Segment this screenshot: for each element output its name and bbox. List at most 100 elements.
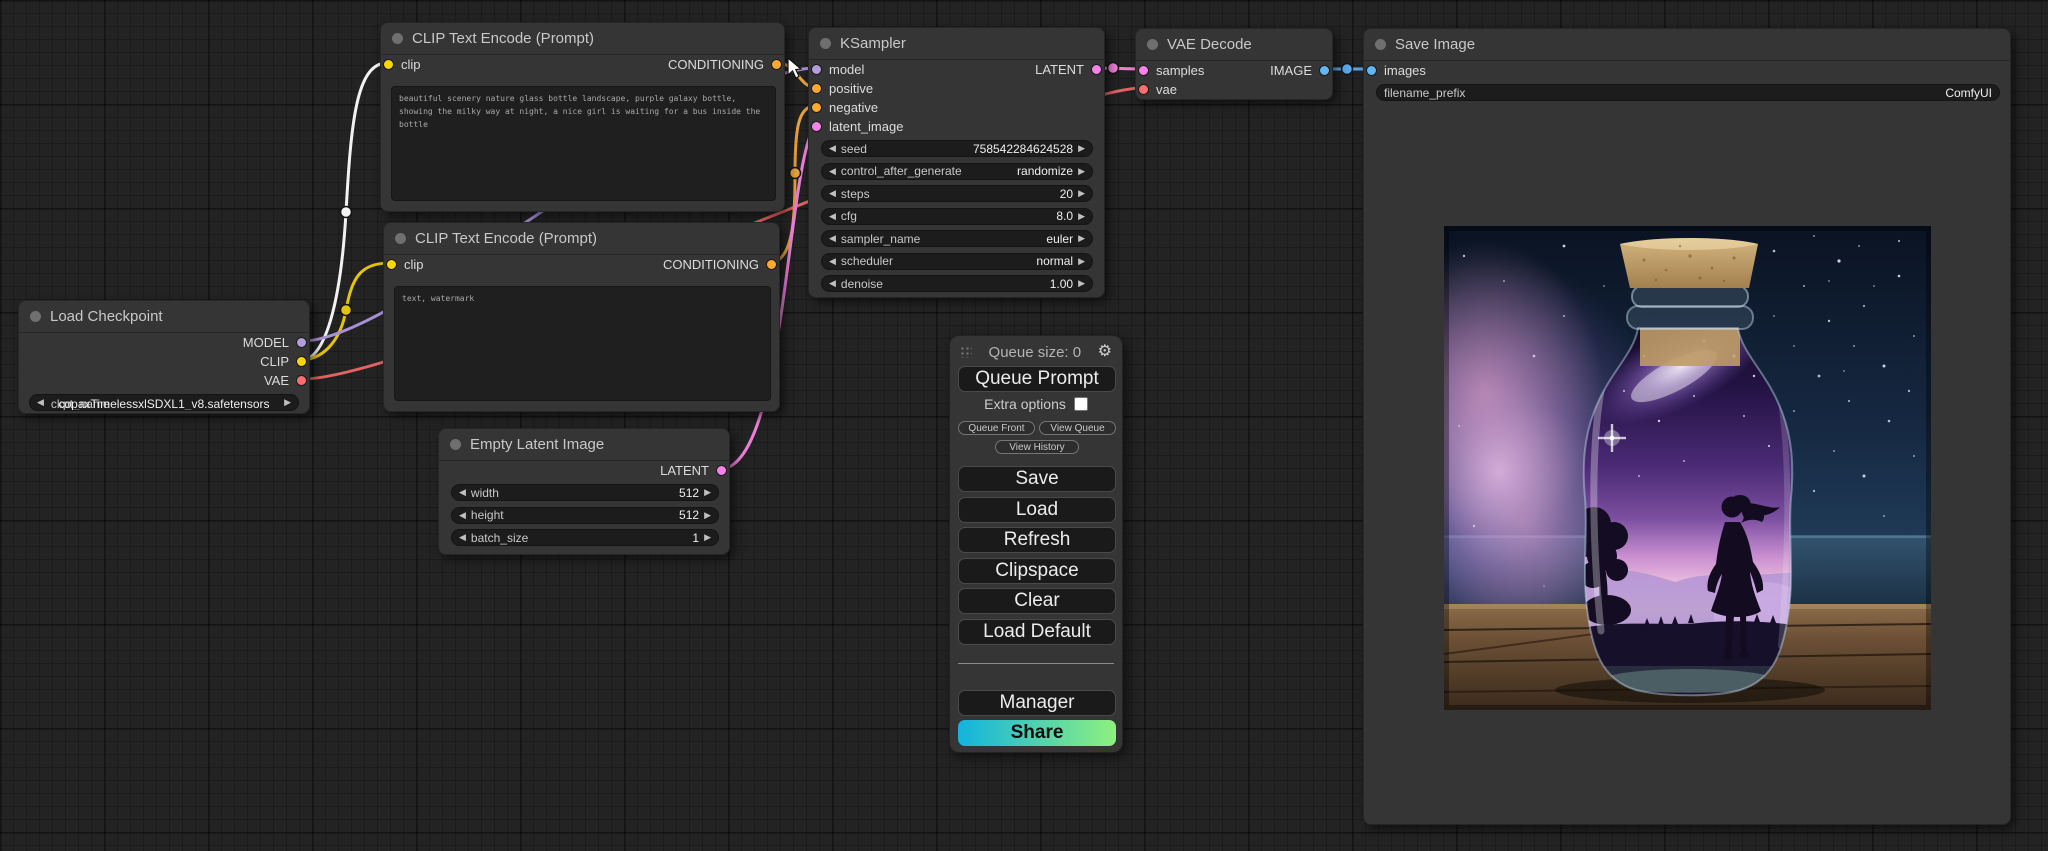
- stepper-prev-icon[interactable]: ◀: [829, 211, 836, 221]
- stepper-next-icon[interactable]: ▶: [704, 533, 711, 542]
- load-button[interactable]: Load: [958, 496, 1116, 523]
- bottle-artwork: [1329, 221, 1936, 715]
- input-slot-vae[interactable]: [1138, 84, 1149, 95]
- node-title: CLIP Text Encode (Prompt): [415, 230, 598, 247]
- node-load-checkpoint[interactable]: Load Checkpoint MODEL CLIP VAE ◀ ckpt_na…: [18, 300, 310, 414]
- stepper-next-icon[interactable]: ▶: [1078, 189, 1085, 198]
- queue-front-button[interactable]: Queue Front: [958, 421, 1035, 435]
- output-slot-vae[interactable]: [296, 375, 307, 386]
- save-button[interactable]: Save: [958, 466, 1116, 492]
- node-title: Save Image: [1395, 36, 1476, 53]
- height-stepper[interactable]: ◀ height 512 ▶: [451, 506, 719, 524]
- stepper-next-icon[interactable]: ▶: [704, 510, 711, 520]
- node-title: Load Checkpoint: [50, 308, 163, 325]
- node-save-image[interactable]: Save Image images filename_prefix ComfyUI: [1329, 28, 2011, 825]
- output-slot-image[interactable]: [1319, 65, 1330, 76]
- batch-size-stepper[interactable]: ◀ batch_size 1 ▶: [451, 529, 719, 546]
- input-slot-negative[interactable]: [811, 102, 822, 113]
- stepper-next-icon[interactable]: ▶: [1078, 234, 1085, 243]
- node-header[interactable]: Load Checkpoint: [19, 301, 309, 333]
- node-empty-latent-image[interactable]: Empty Latent Image LATENT ◀ width 512 ▶ ◀ he…: [438, 428, 730, 555]
- ckpt-name-combo[interactable]: ◀ ckpt_name copaxTimelessxlSDXL1_v8.safe…: [29, 394, 299, 411]
- refresh-button[interactable]: Refresh: [958, 527, 1116, 553]
- control-after-generate-combo[interactable]: ◀ control_after_generate randomize ▶: [821, 162, 1093, 180]
- stepper-prev-icon[interactable]: ◀: [829, 234, 836, 243]
- stepper-next-icon[interactable]: ▶: [704, 488, 711, 497]
- input-slot-samples[interactable]: [1138, 65, 1149, 76]
- reroute-dot-orange[interactable]: [788, 166, 802, 180]
- node-ksampler[interactable]: KSampler model LATENT positive negative …: [808, 27, 1105, 298]
- stepper-prev-icon[interactable]: ◀: [829, 279, 836, 288]
- node-header[interactable]: CLIP Text Encode (Prompt): [384, 223, 779, 255]
- view-queue-button[interactable]: View Queue: [1039, 421, 1116, 435]
- node-header[interactable]: KSampler: [809, 28, 1104, 60]
- collapse-dot[interactable]: [1147, 39, 1158, 50]
- input-slot-images[interactable]: [1366, 65, 1377, 76]
- drag-handle-icon[interactable]: [960, 346, 972, 358]
- node-header[interactable]: CLIP Text Encode (Prompt): [381, 23, 784, 55]
- clipspace-button[interactable]: Clipspace: [958, 557, 1116, 584]
- input-slot-model[interactable]: [811, 64, 822, 75]
- output-slot-model[interactable]: [296, 337, 307, 348]
- collapse-dot[interactable]: [450, 439, 461, 450]
- stepper-prev-icon[interactable]: ◀: [829, 189, 836, 198]
- output-slot-conditioning[interactable]: [771, 59, 782, 70]
- stepper-next-icon[interactable]: ▶: [1078, 279, 1085, 288]
- negative-prompt-textarea[interactable]: text, watermark: [394, 286, 771, 401]
- share-button[interactable]: Share: [958, 720, 1116, 746]
- stepper-prev-icon[interactable]: ◀: [459, 533, 466, 542]
- output-slot-latent[interactable]: [716, 465, 727, 476]
- reroute-dot-blue[interactable]: [1340, 62, 1354, 76]
- stepper-next-icon[interactable]: ▶: [1078, 256, 1085, 266]
- reroute-dot-pink[interactable]: [1106, 61, 1120, 75]
- node-clip-text-encode-positive[interactable]: CLIP Text Encode (Prompt) clip CONDITION…: [380, 22, 785, 212]
- reroute-dot-white[interactable]: [339, 205, 353, 219]
- stepper-prev-icon[interactable]: ◀: [829, 166, 836, 176]
- view-history-button[interactable]: View History: [995, 440, 1079, 454]
- output-slot-conditioning[interactable]: [766, 259, 777, 270]
- sampler-name-combo[interactable]: ◀ sampler_name euler ▶: [821, 230, 1093, 247]
- output-slot-latent[interactable]: [1091, 64, 1102, 75]
- reroute-dot-yellow[interactable]: [339, 303, 353, 317]
- extra-options-row: Extra options: [950, 396, 1122, 412]
- denoise-stepper[interactable]: ◀ denoise 1.00 ▶: [821, 275, 1093, 292]
- scheduler-combo[interactable]: ◀ scheduler normal ▶: [821, 252, 1093, 270]
- collapse-dot[interactable]: [392, 33, 403, 44]
- load-default-button[interactable]: Load Default: [958, 618, 1116, 645]
- collapse-dot[interactable]: [395, 233, 406, 244]
- stepper-prev-icon[interactable]: ◀: [829, 144, 836, 153]
- extra-options-checkbox[interactable]: [1073, 397, 1088, 411]
- filename-prefix-field[interactable]: filename_prefix ComfyUI: [1376, 84, 2000, 101]
- positive-prompt-textarea[interactable]: beautiful scenery nature glass bottle la…: [391, 86, 776, 201]
- collapse-dot[interactable]: [820, 38, 831, 49]
- collapse-dot[interactable]: [30, 311, 41, 322]
- node-header[interactable]: VAE Decode: [1136, 29, 1332, 61]
- stepper-prev-icon[interactable]: ◀: [459, 510, 466, 520]
- queue-prompt-button[interactable]: Queue Prompt: [958, 366, 1116, 392]
- stepper-next-icon[interactable]: ▶: [1078, 211, 1085, 221]
- node-clip-text-encode-negative[interactable]: CLIP Text Encode (Prompt) clip CONDITION…: [383, 222, 780, 412]
- graph-canvas[interactable]: Load Checkpoint MODEL CLIP VAE ◀ ckpt_na…: [0, 0, 2048, 851]
- combo-next-icon[interactable]: ▶: [284, 398, 291, 407]
- cfg-stepper[interactable]: ◀ cfg 8.0 ▶: [821, 207, 1093, 225]
- stepper-prev-icon[interactable]: ◀: [829, 256, 836, 266]
- width-stepper[interactable]: ◀ width 512 ▶: [451, 484, 719, 501]
- output-slot-clip[interactable]: [296, 356, 307, 367]
- steps-stepper[interactable]: ◀ steps 20 ▶: [821, 185, 1093, 202]
- input-slot-latent-image[interactable]: [811, 121, 822, 132]
- collapse-dot[interactable]: [1375, 39, 1386, 50]
- node-header[interactable]: Empty Latent Image: [439, 429, 729, 461]
- combo-prev-icon[interactable]: ◀: [37, 398, 44, 407]
- manager-button[interactable]: Manager: [958, 690, 1116, 716]
- input-slot-positive[interactable]: [811, 83, 822, 94]
- stepper-prev-icon[interactable]: ◀: [459, 488, 466, 497]
- clear-button[interactable]: Clear: [958, 588, 1116, 614]
- node-header[interactable]: Save Image: [1364, 29, 2010, 61]
- node-vae-decode[interactable]: VAE Decode samples IMAGE vae: [1135, 28, 1333, 100]
- seed-stepper[interactable]: ◀ seed 758542284624528 ▶: [821, 140, 1093, 157]
- stepper-next-icon[interactable]: ▶: [1078, 166, 1085, 176]
- stepper-next-icon[interactable]: ▶: [1078, 144, 1085, 153]
- input-slot-clip[interactable]: [386, 259, 397, 270]
- gear-icon[interactable]: ⚙: [1098, 344, 1112, 360]
- input-slot-clip[interactable]: [383, 59, 394, 70]
